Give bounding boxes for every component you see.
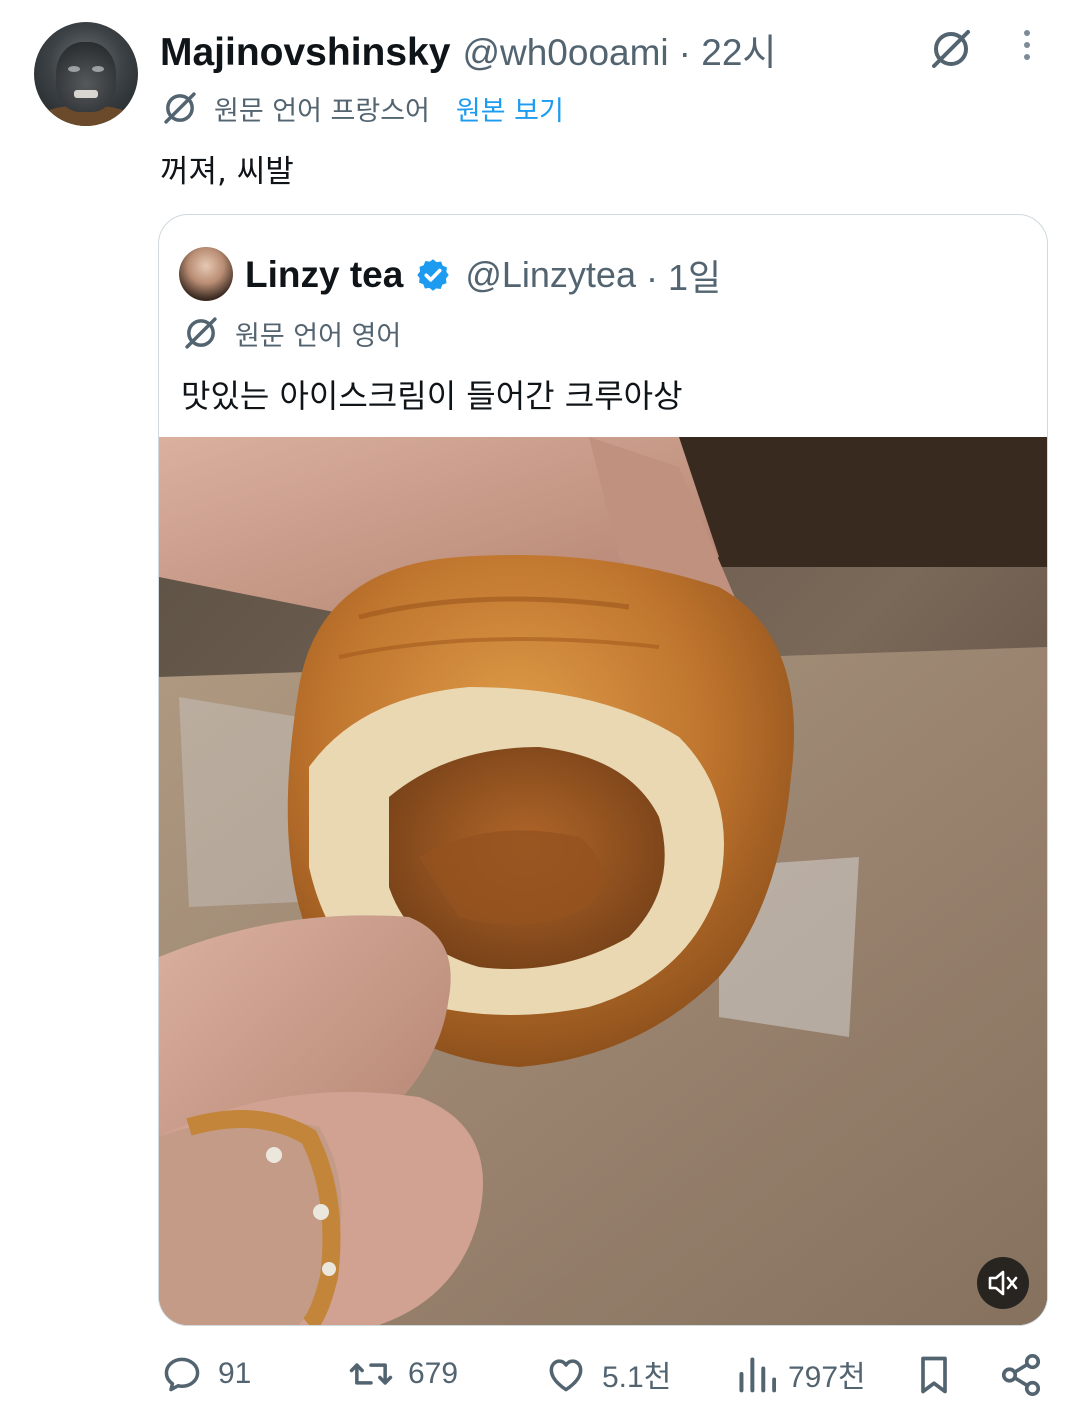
views-button[interactable]: 797천 xyxy=(736,1352,866,1396)
like-icon xyxy=(549,1359,583,1392)
share-button[interactable] xyxy=(998,1352,1044,1398)
quoted-author-name[interactable]: Linzy tea xyxy=(245,254,403,296)
quoted-translation-label: 원문 언어 영어 xyxy=(235,320,402,352)
tweet-timestamp[interactable]: · 22시 xyxy=(679,22,777,76)
translate-icon xyxy=(185,317,217,349)
quoted-tweet-timestamp[interactable]: · 1일 xyxy=(646,249,721,301)
author-avatar[interactable] xyxy=(34,22,138,126)
more-options-icon[interactable] xyxy=(1014,30,1040,64)
views-icon xyxy=(739,1357,776,1393)
quoted-tweet-header: Linzy tea @Linzytea · 1일 xyxy=(245,249,721,301)
translate-icon xyxy=(164,92,196,124)
mute-button[interactable] xyxy=(977,1257,1029,1309)
avatar-eye-left xyxy=(68,66,80,72)
tweet-action-bar: 91 679 5.1천 797천 xyxy=(0,1352,1080,1412)
avatar-face xyxy=(56,42,116,112)
quoted-translation-row: 원문 언어 영어 xyxy=(181,313,401,353)
author-handle[interactable]: @wh0ooami xyxy=(462,32,668,74)
video-player[interactable] xyxy=(159,437,1047,1325)
translation-label: 원문 언어 프랑스어 xyxy=(214,95,430,127)
author-name[interactable]: Majinovshinsky xyxy=(160,31,450,75)
quoted-author-avatar[interactable] xyxy=(179,247,233,301)
retweet-button[interactable]: 679 xyxy=(348,1352,458,1396)
mute-icon xyxy=(988,1270,1018,1296)
share-icon xyxy=(1001,1354,1041,1396)
reply-icon xyxy=(164,1357,200,1392)
avatar-mouth xyxy=(74,90,98,98)
retweet-count: 679 xyxy=(408,1357,459,1390)
like-count: 5.1천 xyxy=(602,1361,672,1394)
reply-count: 91 xyxy=(218,1357,252,1390)
views-count: 797천 xyxy=(788,1361,866,1394)
tweet-text: 꺼져, 씨발 xyxy=(160,154,294,190)
quoted-tweet-text: 맛있는 아이스크림이 들어간 크루아상 xyxy=(181,377,683,415)
reply-button[interactable]: 91 xyxy=(160,1352,251,1396)
quoted-author-handle[interactable]: @Linzytea xyxy=(465,254,636,296)
translation-row: 원문 언어 프랑스어 원본 보기 xyxy=(160,88,564,128)
verified-badge-icon xyxy=(417,259,450,291)
translate-icon[interactable] xyxy=(928,26,974,72)
avatar-eye-right xyxy=(92,66,104,72)
quoted-tweet-card[interactable]: Linzy tea @Linzytea · 1일 원문 언어 영어 맛있는 아이… xyxy=(158,214,1048,1326)
bookmark-button[interactable] xyxy=(912,1352,956,1398)
video-frame xyxy=(159,437,1047,1325)
show-original-link[interactable]: 원본 보기 xyxy=(456,89,564,128)
retweet-icon xyxy=(349,1363,393,1385)
bookmark-icon xyxy=(921,1356,947,1394)
tweet-header: Majinovshinsky @wh0ooami · 22시 xyxy=(160,22,776,75)
like-button[interactable]: 5.1천 xyxy=(544,1352,671,1396)
